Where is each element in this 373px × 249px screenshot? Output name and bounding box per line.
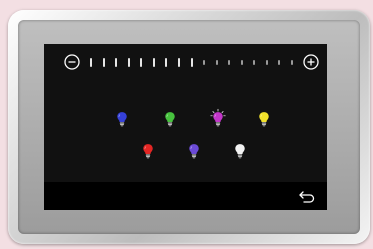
plus-circle-icon — [303, 54, 319, 70]
bulb-green-button[interactable] — [162, 107, 178, 129]
light-bulb-icon — [165, 112, 175, 127]
back-button[interactable] — [297, 186, 317, 206]
slider-tick — [215, 60, 218, 65]
light-bulb-icon — [235, 144, 245, 159]
slider-tick — [190, 58, 193, 67]
slider-tick — [203, 60, 206, 65]
bulb-red-button[interactable] — [140, 139, 156, 161]
touch-screen — [44, 44, 327, 210]
slider-tick — [140, 58, 143, 67]
light-bulb-icon — [143, 144, 153, 159]
slider-tick — [291, 60, 293, 65]
bulb-blue-button[interactable] — [114, 107, 130, 129]
light-bulb-icon — [210, 108, 226, 127]
slider-tick — [165, 58, 168, 67]
slider-tick — [127, 58, 130, 67]
slider-tick — [278, 60, 281, 65]
slider-tick — [115, 58, 118, 67]
light-bulb-icon — [189, 144, 199, 159]
slider-tick — [240, 60, 243, 65]
slider-tick — [102, 58, 105, 67]
slider-tick — [152, 58, 155, 67]
bulb-purple-button[interactable] — [186, 139, 202, 161]
light-bulb-icon — [259, 112, 269, 127]
light-bulb-icon — [117, 112, 127, 127]
brightness-decrease-button[interactable] — [64, 54, 80, 70]
brightness-increase-button[interactable] — [303, 54, 319, 70]
back-arrow-icon — [299, 191, 315, 203]
slider-tick — [228, 60, 231, 65]
bulb-yellow-button[interactable] — [256, 107, 272, 129]
slider-tick — [177, 58, 180, 67]
bottom-bar — [44, 182, 327, 210]
bulb-magenta-button[interactable] — [210, 107, 226, 129]
slider-tick — [90, 58, 92, 67]
slider-tick — [265, 60, 268, 65]
minus-circle-icon — [64, 54, 80, 70]
slider-tick — [253, 60, 256, 65]
bulb-white-button[interactable] — [232, 139, 248, 161]
